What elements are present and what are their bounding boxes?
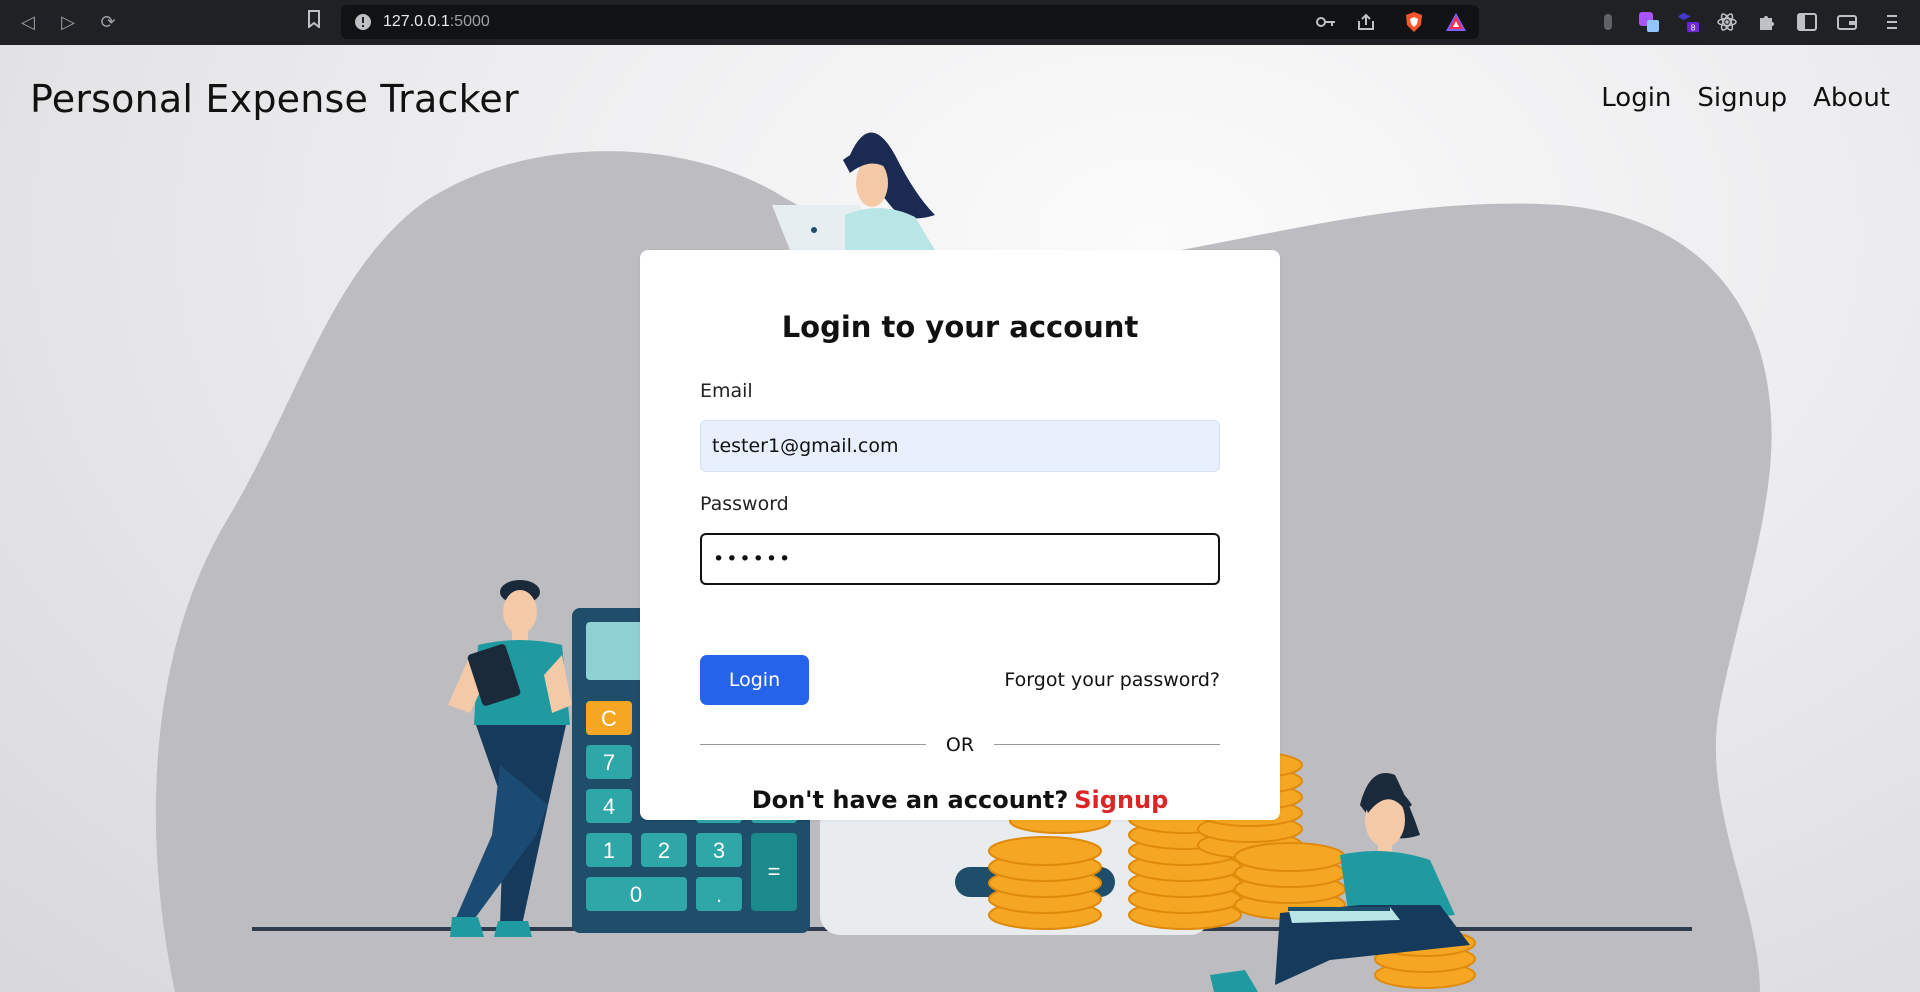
calc-key-2: 2 — [658, 838, 670, 863]
sidebar-icon[interactable] — [1795, 10, 1819, 34]
login-button[interactable]: Login — [700, 655, 809, 705]
address-bar[interactable]: 127.0.0.1:5000 — [341, 5, 1479, 39]
nav-signup-link[interactable]: Signup — [1697, 83, 1787, 113]
extension-color-icon[interactable] — [1637, 10, 1661, 34]
nav-login-link[interactable]: Login — [1601, 83, 1671, 113]
calc-key-4: 4 — [603, 794, 615, 819]
extension-badge-icon[interactable]: 8 — [1676, 10, 1700, 34]
calc-key-7: 7 — [603, 750, 615, 775]
top-nav: Login Signup About — [1601, 83, 1890, 113]
forgot-password-link[interactable]: Forgot your password? — [1004, 669, 1220, 691]
brand-title[interactable]: Personal Expense Tracker — [30, 77, 519, 121]
password-field[interactable] — [700, 533, 1220, 585]
page: C 7 4 1 2 3 0 . = Personal Expense Track… — [0, 45, 1920, 992]
calc-key-0: 0 — [630, 882, 642, 907]
extensions-puzzle-icon[interactable] — [1755, 10, 1779, 34]
site-info-icon[interactable] — [351, 10, 375, 34]
calc-key-1: 1 — [603, 838, 615, 863]
svg-text:8: 8 — [1691, 22, 1696, 32]
share-icon[interactable] — [1354, 10, 1378, 34]
nav-about-link[interactable]: About — [1813, 83, 1890, 113]
password-label: Password — [700, 493, 789, 515]
calc-key-c: C — [601, 706, 617, 731]
forward-icon[interactable]: ▷ — [56, 10, 80, 34]
calc-key-dot: . — [716, 882, 722, 907]
login-title: Login to your account — [781, 310, 1139, 344]
menu-icon[interactable] — [1880, 10, 1904, 34]
signup-prompt: Don't have an account? Signup — [640, 786, 1280, 814]
wallet-icon[interactable] — [1835, 10, 1859, 34]
login-card: Login to your account Email Password Log… — [640, 250, 1280, 820]
react-devtools-icon[interactable] — [1715, 10, 1739, 34]
url-text: 127.0.0.1:5000 — [383, 13, 490, 30]
brave-rewards-icon[interactable] — [1444, 10, 1468, 34]
extension-toggle-icon[interactable] — [1596, 10, 1620, 34]
reload-icon[interactable]: ⟳ — [96, 10, 120, 34]
or-divider-text: OR — [945, 734, 975, 756]
no-account-text: Don't have an account? — [751, 786, 1069, 814]
woman-top-illustration — [772, 132, 935, 250]
calc-key-3: 3 — [713, 838, 725, 863]
browser-toolbar: ◁ ▷ ⟳ 127.0.0.1:5000 8 — [0, 0, 1920, 45]
email-field[interactable] — [700, 420, 1220, 472]
email-label: Email — [700, 380, 753, 402]
key-icon[interactable] — [1314, 10, 1338, 34]
back-icon[interactable]: ◁ — [16, 10, 40, 34]
signup-link[interactable]: Signup — [1074, 786, 1168, 814]
bookmark-icon[interactable] — [302, 10, 326, 34]
brave-shield-icon[interactable] — [1402, 10, 1426, 34]
calc-key-equals: = — [768, 859, 781, 884]
